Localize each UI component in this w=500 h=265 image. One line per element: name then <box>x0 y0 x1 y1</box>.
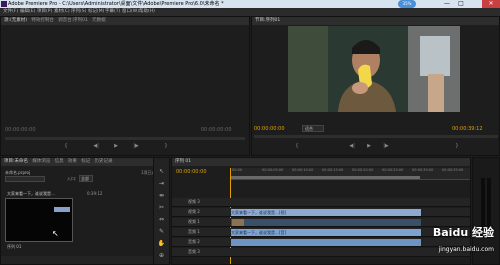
watermark-url: jingyan.baidu.com <box>438 246 494 253</box>
fit-dropdown[interactable]: 适合 <box>302 125 324 132</box>
track-label: 视频 2 <box>188 209 200 214</box>
source-transport-controls: { ◀| ▶ |▶ } <box>1 143 249 153</box>
maximize-button[interactable]: □ <box>454 0 468 8</box>
slip-tool-icon[interactable]: ⇔ <box>157 216 166 224</box>
tab-media-browser[interactable]: 媒体浏览 <box>32 159 50 164</box>
step-back-icon[interactable]: ◀| <box>91 143 101 150</box>
ruler-label: 00:00:25:00 <box>382 168 404 172</box>
filter-dropdown[interactable]: 全部 <box>79 175 93 182</box>
tab-sequence[interactable]: 序列 01 <box>175 159 191 164</box>
track-select-tool-icon[interactable]: ⇥ <box>157 180 166 188</box>
watermark-logo: Baidu 经验 <box>432 226 494 239</box>
menu-project[interactable]: 项目(P) <box>37 8 52 16</box>
tab-history[interactable]: 历史记录 <box>95 159 113 164</box>
program-duration-timecode: 00:00:39:12 <box>452 126 483 132</box>
video-frame-image <box>288 26 460 112</box>
source-timecode-left[interactable]: 00:00:00:00 <box>5 127 36 133</box>
program-panel-tabs: 节目:序列01 <box>252 17 499 25</box>
program-current-timecode[interactable]: 00:00:00:00 <box>254 126 285 132</box>
program-step-back-icon[interactable]: ◀| <box>347 143 357 150</box>
mark-out-icon[interactable]: } <box>161 143 171 150</box>
project-panel-tabs: 项目:未命名 媒体浏览 信息 效果 标记 历史记录 <box>1 158 169 166</box>
menu-sequence[interactable]: 序列(S) <box>71 8 86 16</box>
source-play-icon[interactable]: ▶ <box>111 143 121 150</box>
menu-clip[interactable]: 素材(C) <box>54 8 70 16</box>
program-play-icon[interactable]: ▶ <box>364 143 374 150</box>
menu-file[interactable]: 文件(F) <box>3 8 18 16</box>
source-scrub-bar[interactable] <box>5 137 245 140</box>
work-area-bar[interactable] <box>230 176 420 179</box>
project-thumbnail-label: 序列 01 <box>7 244 22 249</box>
track-v3: 视频 3 <box>172 198 470 207</box>
project-panel: 项目:未命名 媒体浏览 信息 效果 标记 历史记录 未命名.prproj 1项已… <box>0 157 170 265</box>
hand-tool-icon[interactable]: ✋ <box>157 240 166 248</box>
tab-markers[interactable]: 标记 <box>81 159 90 164</box>
menu-edit[interactable]: 编辑(E) <box>20 8 35 16</box>
minimize-button[interactable]: — <box>440 0 454 8</box>
mark-in-icon[interactable]: { <box>61 143 71 150</box>
program-scrub-bar[interactable] <box>254 135 498 138</box>
ruler-label: 00:00:05:00 <box>262 168 284 172</box>
timeline-ruler[interactable]: 00:00 00:00:05:00 00:00:10:00 00:00:15:0… <box>230 168 470 180</box>
ruler-label: 00:00:20:00 <box>352 168 374 172</box>
window-title: Adobe Premiere Pro - C:\Users\Administra… <box>8 1 224 7</box>
track-label: 音频 1 <box>188 229 200 234</box>
tab-effects[interactable]: 效果 <box>68 159 77 164</box>
source-monitor-panel: 源:(无素材) 特效控制台 调音台:序列01 元数据 00:00:00:00 0… <box>0 16 250 156</box>
cursor-pointer-icon: ↖ <box>52 229 59 238</box>
track-label: 视频 3 <box>188 199 200 204</box>
selection-tool-icon[interactable]: ↖ <box>157 168 166 176</box>
ripple-edit-tool-icon[interactable]: ⇹ <box>157 192 166 200</box>
tab-metadata[interactable]: 元数据 <box>92 18 106 23</box>
ruler-label: 00:00:35:00 <box>442 168 464 172</box>
menu-window[interactable]: 窗口(W) <box>122 8 139 16</box>
menu-title[interactable]: 字幕(T) <box>105 8 120 16</box>
video-clip-header[interactable]: 大家来看一下，谁说我是…[视] <box>231 209 421 216</box>
source-panel-tabs: 源:(无素材) 特效控制台 调音台:序列01 元数据 <box>1 17 249 25</box>
ruler-label: 00:00:30:00 <box>412 168 434 172</box>
in-label: 入口: <box>67 176 77 181</box>
tab-program[interactable]: 节目:序列01 <box>255 18 280 23</box>
track-label: 视频 1 <box>188 219 200 224</box>
track-label: 音频 2 <box>188 239 200 244</box>
project-search-input[interactable] <box>5 176 45 182</box>
clip-frame-image <box>232 219 244 226</box>
track-v2: 视频 2 大家来看一下，谁说我是…[视] <box>172 208 470 217</box>
zoom-badge: 35% <box>398 0 416 8</box>
tab-info[interactable]: 信息 <box>55 159 64 164</box>
timeline-tabs: 序列 01 <box>172 158 470 166</box>
menu-help[interactable]: 帮助(H) <box>139 8 155 16</box>
program-transport-controls: { ◀| ▶ |▶ } <box>252 143 500 153</box>
program-mark-in-icon[interactable]: { <box>292 143 302 150</box>
project-item-thumbnail[interactable]: ↖ <box>5 198 73 242</box>
source-timecode-right: 00:00:00:00 <box>201 127 232 133</box>
project-panel-footer-icons <box>1 256 169 264</box>
zoom-tool-icon[interactable]: ⊕ <box>157 252 166 260</box>
ruler-label: 00:00:10:00 <box>292 168 314 172</box>
track-label: 音频 3 <box>188 249 200 254</box>
baidu-jingyan-watermark: Baidu 经验 jingyan.baidu.com <box>392 224 498 262</box>
tools-panel: ↖ ⇥ ⇹ ✂ ⇔ ✎ ✋ ⊕ <box>153 157 170 265</box>
menu-bar: 文件(F) 编辑(E) 项目(P) 素材(C) 序列(S) 标记(M) 字幕(T… <box>0 8 500 16</box>
tab-audio-mixer[interactable]: 调音台:序列01 <box>58 18 88 23</box>
program-step-forward-icon[interactable]: |▶ <box>381 143 391 150</box>
project-item-name[interactable]: 大家来看一下，谁说我是… <box>7 191 55 197</box>
premiere-app-icon <box>1 1 7 7</box>
tab-project[interactable]: 项目:未命名 <box>4 159 28 164</box>
close-button[interactable]: ✕ <box>482 0 500 8</box>
timeline-timecode[interactable]: 00:00:00:00 <box>176 169 207 175</box>
pen-tool-icon[interactable]: ✎ <box>157 228 166 236</box>
ruler-label: 00:00 <box>232 168 243 172</box>
thumbnail-preview-image <box>54 207 70 212</box>
razor-tool-icon[interactable]: ✂ <box>157 204 166 212</box>
program-video-frame <box>288 26 460 112</box>
title-bar: Adobe Premiere Pro - C:\Users\Administra… <box>0 0 500 8</box>
tab-effect-controls[interactable]: 特效控制台 <box>31 18 54 23</box>
program-mark-out-icon[interactable]: } <box>452 143 462 150</box>
project-item-duration: 0:39:12 <box>87 191 103 196</box>
menu-marker[interactable]: 标记(M) <box>88 8 104 16</box>
tab-source[interactable]: 源:(无素材) <box>4 18 27 23</box>
ruler-label: 00:00:15:00 <box>322 168 344 172</box>
step-forward-icon[interactable]: |▶ <box>131 143 141 150</box>
